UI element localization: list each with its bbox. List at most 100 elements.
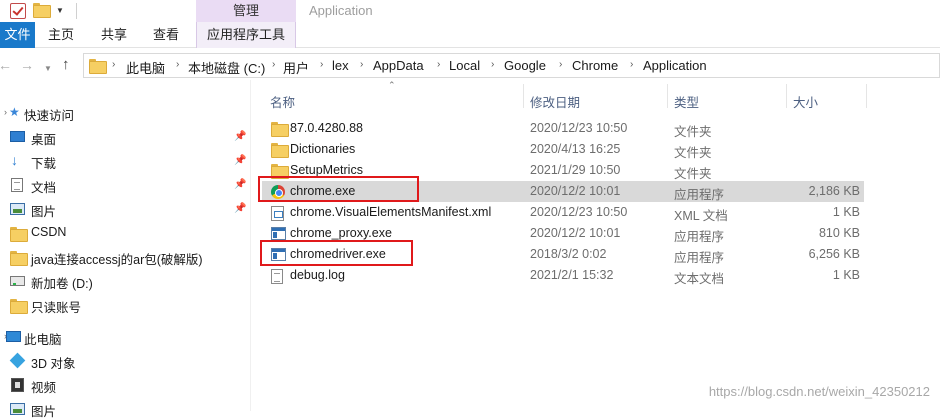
breadcrumb-users[interactable]: 用户 — [283, 58, 309, 77]
nav-label: 快速访问 — [24, 109, 75, 123]
breadcrumb-chevron-icon[interactable]: › — [176, 59, 179, 70]
pictures-icon — [10, 403, 25, 415]
up-arrow-icon[interactable]: ↑ — [62, 56, 70, 74]
file-name: SetupMetrics — [290, 163, 363, 177]
file-type: 文本文档 — [674, 272, 725, 286]
breadcrumb-chevron-icon[interactable]: › — [630, 59, 633, 70]
nav-quick-access[interactable]: › ★ 快速访问 — [0, 102, 250, 124]
file-type: XML 文档 — [674, 209, 728, 223]
pane-divider[interactable] — [250, 80, 251, 411]
nav-3d-objects[interactable]: 3D 对象 — [0, 350, 250, 372]
download-icon: ↓ — [11, 152, 18, 168]
file-row[interactable]: Dictionaries 2020/4/13 16:25 文件夹 — [262, 139, 864, 160]
sort-ascending-icon: ⌃ — [388, 80, 396, 90]
column-header-type[interactable]: 类型 — [674, 92, 699, 111]
nav-label: 图片 — [31, 205, 57, 219]
file-size: 2,186 KB — [808, 184, 860, 198]
tab-view[interactable]: 查看 — [149, 22, 183, 48]
file-name: 87.0.4280.88 — [290, 121, 363, 135]
breadcrumb-lex[interactable]: lex — [332, 58, 349, 73]
file-type: 文件夹 — [674, 167, 712, 181]
breadcrumb-chevron-icon[interactable]: › — [320, 59, 323, 70]
tab-file[interactable]: 文件 — [0, 22, 35, 48]
nav-downloads[interactable]: ↓ 下载 📌 — [0, 150, 250, 172]
file-name: chrome.VisualElementsManifest.xml — [290, 205, 492, 219]
breadcrumb-appdata[interactable]: AppData — [373, 58, 424, 73]
file-type: 应用程序 — [674, 251, 725, 265]
breadcrumb-chevron-icon[interactable]: › — [272, 59, 275, 70]
properties-checkmark-icon[interactable] — [10, 3, 26, 19]
nav-label: 新加卷 (D:) — [31, 277, 93, 291]
tab-share[interactable]: 共享 — [97, 22, 131, 48]
new-folder-icon[interactable] — [33, 3, 51, 18]
column-separator[interactable] — [523, 84, 524, 108]
nav-this-pc[interactable]: › 此电脑 — [0, 326, 250, 348]
column-separator[interactable] — [866, 84, 867, 108]
nav-videos[interactable]: 视频 — [0, 374, 250, 396]
3d-objects-icon — [9, 352, 26, 369]
folder-icon — [10, 299, 28, 314]
star-icon: ★ — [9, 105, 20, 119]
nav-label: 下载 — [31, 157, 57, 171]
exe-icon — [271, 227, 286, 240]
column-header-name[interactable]: 名称 — [270, 92, 295, 111]
quick-access-toolbar-dropdown-icon[interactable]: ▼ — [56, 6, 64, 15]
drive-icon — [10, 276, 25, 286]
folder-icon — [10, 251, 28, 266]
breadcrumb-chrome[interactable]: Chrome — [572, 58, 618, 73]
window-title: Application — [309, 3, 373, 18]
tab-home[interactable]: 主页 — [44, 22, 78, 48]
file-type: 应用程序 — [674, 230, 725, 244]
back-arrow-icon[interactable]: ← — [0, 56, 12, 74]
nav-label: CSDN — [31, 225, 67, 239]
breadcrumb-this-pc[interactable]: 此电脑 — [126, 58, 165, 77]
file-type: 文件夹 — [674, 146, 712, 160]
breadcrumb-chevron-icon: › — [112, 59, 116, 70]
breadcrumb-chevron-icon[interactable]: › — [491, 59, 494, 70]
expand-chevron-icon[interactable]: › — [4, 107, 7, 117]
file-modified: 2018/3/2 0:02 — [530, 247, 607, 261]
file-modified: 2020/12/23 10:50 — [530, 121, 628, 135]
breadcrumb-local-disk-c[interactable]: 本地磁盘 (C:) — [188, 58, 265, 77]
nav-java-access-jar[interactable]: java连接accessj的ar包(破解版) — [0, 246, 250, 268]
recent-locations-chevron-icon[interactable]: ▼ — [44, 60, 52, 78]
file-size: 810 KB — [818, 226, 860, 240]
folder-icon — [271, 143, 289, 158]
column-separator[interactable] — [786, 84, 787, 108]
breadcrumb-google[interactable]: Google — [504, 58, 546, 73]
forward-arrow-icon[interactable]: → — [20, 56, 34, 74]
tab-application-tools[interactable]: 应用程序工具 — [196, 22, 296, 48]
nav-csdn[interactable]: CSDN — [0, 222, 250, 244]
file-modified: 2021/2/1 15:32 — [530, 268, 614, 282]
nav-documents[interactable]: 文档 📌 — [0, 174, 250, 196]
desktop-icon — [10, 131, 25, 142]
file-type: 应用程序 — [674, 188, 725, 202]
manage-context-tab[interactable]: 管理 — [196, 0, 296, 22]
column-header-size[interactable]: 大小 — [793, 92, 818, 111]
breadcrumb-application[interactable]: Application — [643, 58, 707, 73]
file-row[interactable]: 87.0.4280.88 2020/12/23 10:50 文件夹 — [262, 118, 864, 139]
nav-desktop[interactable]: 桌面 📌 — [0, 126, 250, 148]
file-modified: 2021/1/29 10:50 — [530, 163, 621, 177]
breadcrumb-local[interactable]: Local — [449, 58, 480, 73]
breadcrumb-chevron-icon[interactable]: › — [437, 59, 440, 70]
column-header-modified[interactable]: 修改日期 — [530, 92, 580, 111]
file-size: 1 KB — [832, 205, 860, 219]
column-separator[interactable] — [667, 84, 668, 108]
file-row[interactable]: chrome.VisualElementsManifest.xml 2020/1… — [262, 202, 864, 223]
breadcrumb-chevron-icon[interactable]: › — [360, 59, 363, 70]
address-folder-icon — [89, 59, 107, 74]
nav-label: 此电脑 — [24, 333, 62, 347]
file-name: debug.log — [290, 268, 345, 282]
nav-label: java连接accessj的ar包(破解版) — [31, 253, 203, 267]
file-row[interactable]: debug.log 2021/2/1 15:32 文本文档 1 KB — [262, 265, 864, 286]
nav-readonly-account[interactable]: 只读账号 — [0, 294, 250, 316]
pin-icon: 📌 — [234, 131, 247, 142]
nav-pictures-pc[interactable]: 图片 — [0, 398, 250, 420]
nav-volume-d[interactable]: 新加卷 (D:) — [0, 270, 250, 292]
document-icon — [11, 178, 23, 192]
title-bar — [0, 0, 940, 22]
file-modified: 2020/4/13 16:25 — [530, 142, 621, 156]
breadcrumb-chevron-icon[interactable]: › — [559, 59, 562, 70]
nav-pictures[interactable]: 图片 📌 — [0, 198, 250, 220]
